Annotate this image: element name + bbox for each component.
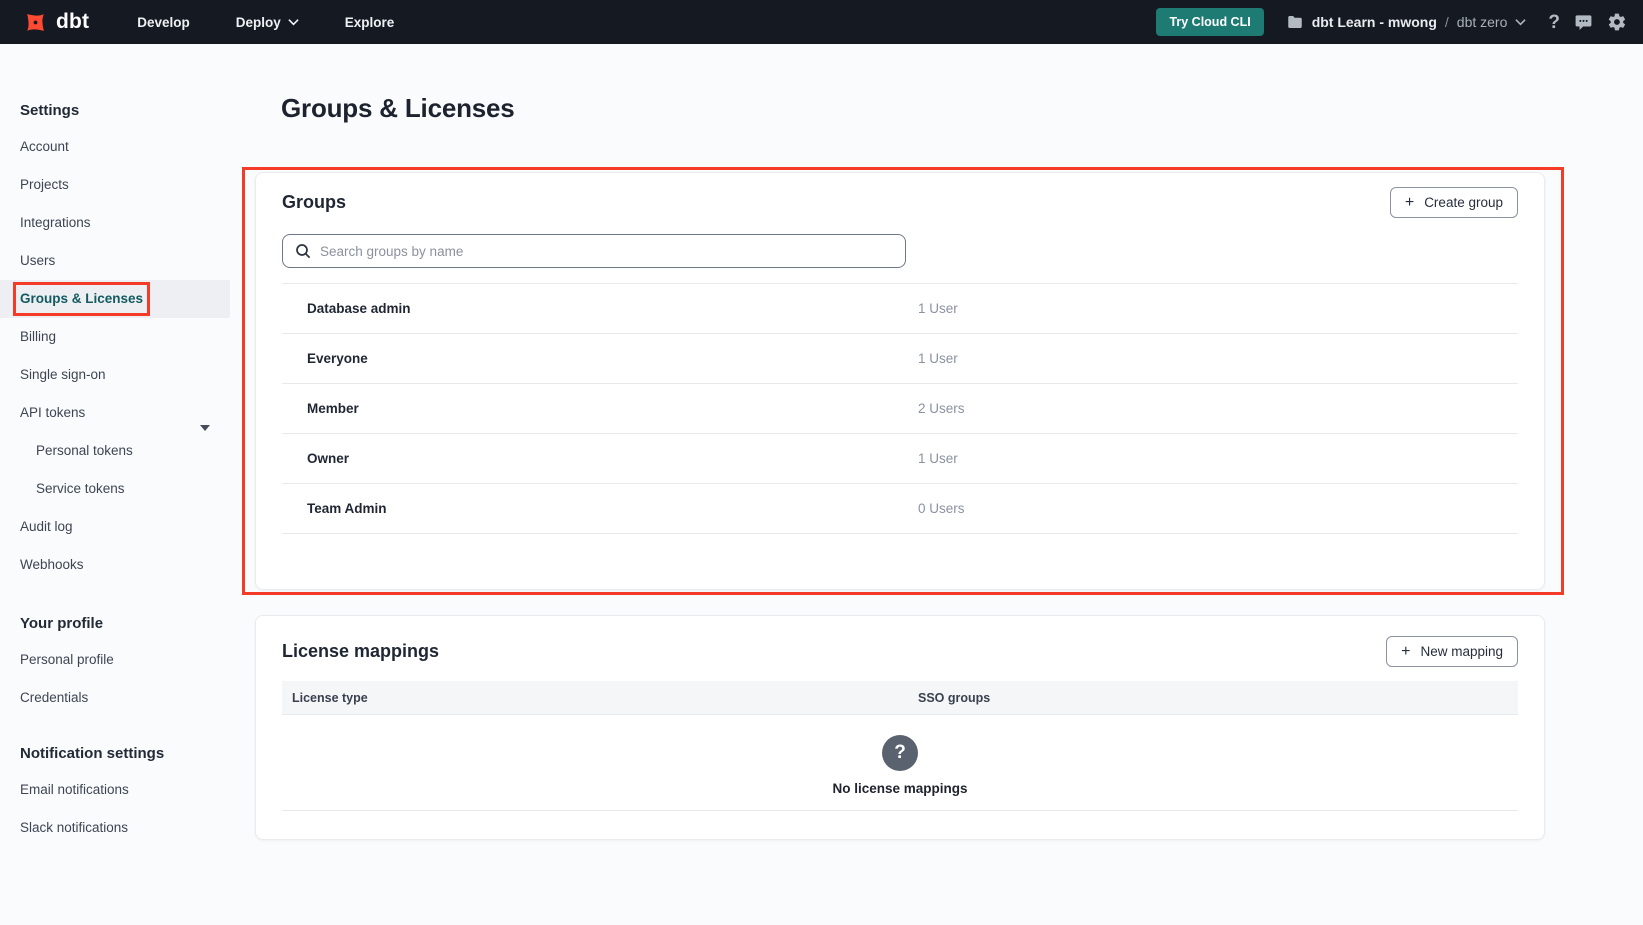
groups-section: Groups + Create group Database admin 1 U… [255,172,1545,590]
top-nav-menu: Develop Deploy Explore [137,15,394,30]
nav-item-deploy[interactable]: Deploy [236,15,299,30]
folder-icon [1286,13,1304,31]
sidebar-item-slack-notifications[interactable]: Slack notifications [0,809,230,847]
try-cloud-cli-button[interactable]: Try Cloud CLI [1156,8,1263,36]
project-picker[interactable]: dbt Learn - mwong / dbt zero [1286,13,1527,31]
chevron-down-icon [1515,18,1526,26]
sidebar-item-billing[interactable]: Billing [0,318,230,356]
top-navigation-bar: dbt Develop Deploy Explore Try Cloud CLI… [0,0,1643,44]
path-separator: / [1445,14,1449,30]
sidebar-heading-your-profile: Your profile [0,607,230,641]
group-user-count: 1 User [918,301,1518,316]
divider [282,810,1518,811]
search-icon [295,243,311,259]
group-user-count: 1 User [918,451,1518,466]
settings-sidebar: Settings Account Projects Integrations U… [0,44,230,925]
question-mark-icon: ? [882,735,918,771]
dbt-wordmark: dbt [56,10,89,34]
group-search-box [282,234,906,268]
group-user-count: 0 Users [918,501,1518,516]
group-row-team-admin[interactable]: Team Admin 0 Users [282,483,1518,533]
group-row-database-admin[interactable]: Database admin 1 User [282,283,1518,333]
project-name: dbt zero [1457,14,1508,30]
feedback-icon[interactable] [1574,13,1593,32]
column-license-type: License type [282,691,918,705]
nav-item-develop[interactable]: Develop [137,15,190,30]
empty-state-title: No license mappings [832,781,967,796]
sidebar-item-personal-profile[interactable]: Personal profile [0,641,230,679]
sidebar-item-api-tokens[interactable]: API tokens [0,394,230,432]
help-icon[interactable]: ? [1548,13,1560,32]
dbt-logo-icon [22,9,49,36]
group-search-input[interactable] [320,244,893,259]
sidebar-item-webhooks[interactable]: Webhooks [0,546,230,584]
chevron-down-icon [288,18,299,26]
group-row-everyone[interactable]: Everyone 1 User [282,333,1518,383]
plus-icon: + [1401,644,1410,660]
sidebar-item-integrations[interactable]: Integrations [0,204,230,242]
license-mappings-title: License mappings [282,641,439,662]
create-group-button[interactable]: + Create group [1390,187,1518,218]
account-name: dbt Learn - mwong [1312,14,1437,30]
top-nav-right: Try Cloud CLI dbt Learn - mwong / dbt ze… [1156,0,1627,44]
sidebar-item-personal-tokens[interactable]: Personal tokens [0,432,230,470]
license-mappings-section: License mappings + New mapping License t… [255,615,1545,840]
sidebar-heading-settings: Settings [0,94,230,128]
nav-item-explore[interactable]: Explore [345,15,395,30]
sidebar-item-credentials[interactable]: Credentials [0,679,230,717]
column-sso-groups: SSO groups [918,691,1518,705]
groups-title: Groups [282,192,346,213]
top-nav-icons: ? [1548,12,1627,32]
sidebar-item-audit-log[interactable]: Audit log [0,508,230,546]
sidebar-item-account[interactable]: Account [0,128,230,166]
group-user-count: 1 User [918,351,1518,366]
new-mapping-button[interactable]: + New mapping [1386,636,1518,667]
group-user-count: 2 Users [918,401,1518,416]
group-row-member[interactable]: Member 2 Users [282,383,1518,433]
dbt-logo[interactable]: dbt [22,9,89,36]
groups-section-header: Groups + Create group [282,173,1518,218]
sidebar-item-service-tokens[interactable]: Service tokens [0,470,230,508]
group-row-owner[interactable]: Owner 1 User [282,433,1518,483]
sidebar-item-projects[interactable]: Projects [0,166,230,204]
sidebar-item-single-sign-on[interactable]: Single sign-on [0,356,230,394]
sidebar-item-email-notifications[interactable]: Email notifications [0,771,230,809]
sidebar-heading-notification-settings: Notification settings [0,737,230,771]
license-table-header: License type SSO groups [282,681,1518,715]
groups-list: Database admin 1 User Everyone 1 User Me… [282,283,1518,534]
plus-icon: + [1405,195,1414,211]
sidebar-item-groups-licenses[interactable]: Groups & Licenses [0,280,230,318]
sidebar-item-users[interactable]: Users [0,242,230,280]
page-title: Groups & Licenses [281,93,515,124]
settings-gear-icon[interactable] [1607,12,1627,32]
license-empty-state: ? No license mappings [282,735,1518,811]
license-section-header: License mappings + New mapping [282,622,1518,667]
